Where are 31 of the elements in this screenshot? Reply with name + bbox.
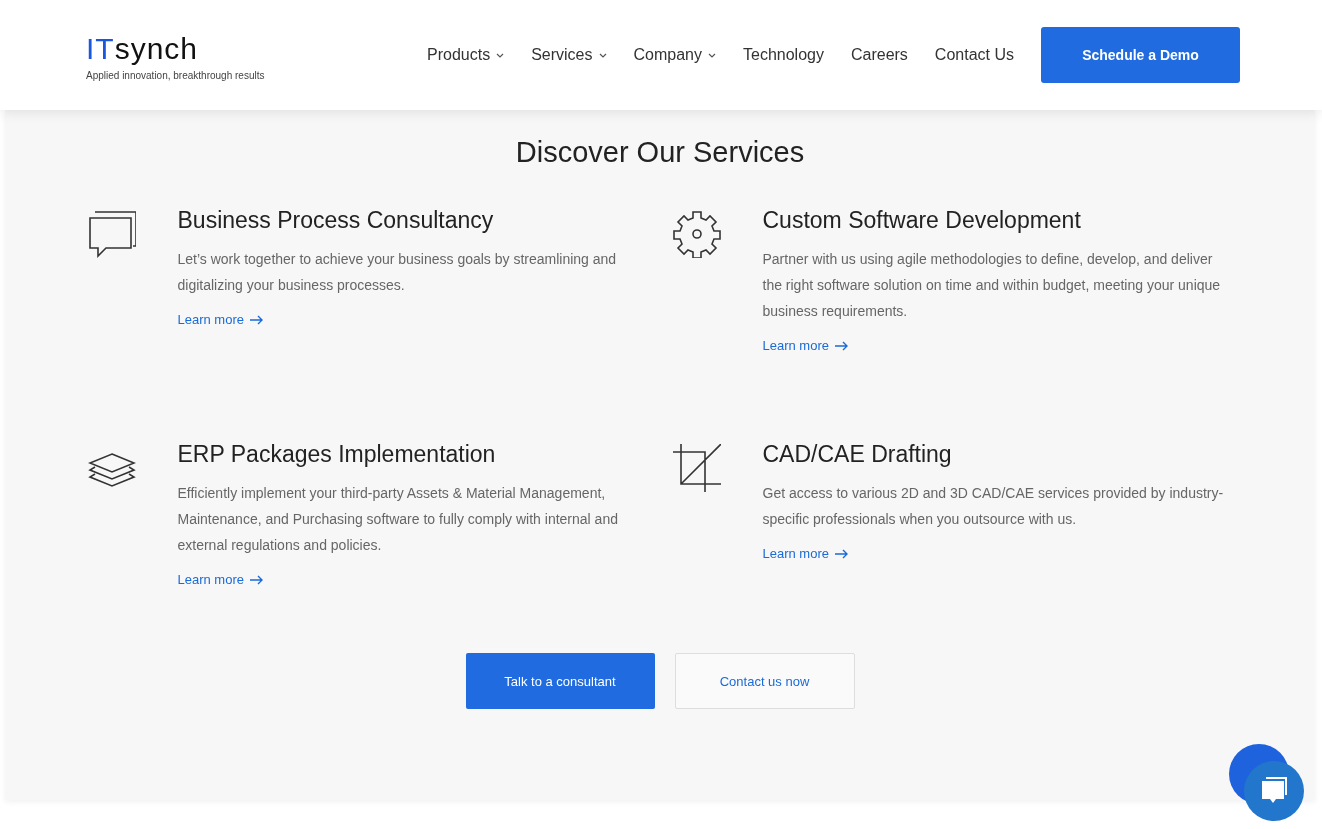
service-description: Let’s work together to achieve your business goals by streamlining and digitalizing your business processes.: [177, 250, 618, 295]
arrow-icon: [835, 340, 849, 351]
section-title: Discover Our Services: [515, 136, 805, 169]
service-title: Custom Software Development: [762, 207, 1082, 234]
arrow-icon: [835, 548, 849, 559]
tagline: Applied innovation, breakthrough results: [86, 69, 265, 81]
nav-link[interactable]: Company: [633, 46, 716, 64]
contact-button[interactable]: Contact us now: [674, 653, 855, 709]
logo[interactable]: ITsynch: [86, 33, 265, 64]
service-description: Efficiently implement your third-party Assets & Material Management, Maintenance, and Purchasing software to fully comply with internal and external regulations and policies.: [177, 484, 619, 555]
arrow-icon: [250, 314, 264, 325]
consultant-button[interactable]: Talk to a consultant: [465, 653, 655, 709]
learn-more-link[interactable]: Learn more: [762, 338, 849, 353]
nav-link[interactable]: Contact Us: [934, 46, 1014, 64]
nav-link[interactable]: Careers: [850, 46, 908, 64]
nav-link[interactable]: Services: [531, 46, 607, 64]
arrow-icon: [250, 574, 264, 585]
nav-link[interactable]: Technology: [743, 46, 824, 64]
service-title: CAD/CAE Drafting: [762, 441, 953, 468]
service-title: Business Process Consultancy: [177, 207, 495, 234]
schedule-demo-button[interactable]: Schedule a Demo: [1041, 27, 1240, 83]
learn-more-link[interactable]: Learn more: [177, 572, 264, 587]
gear-icon: [672, 210, 721, 258]
learn-more-link[interactable]: Learn more: [762, 546, 849, 561]
service-description: Partner with us using agile methodologies to define, develop, and deliver the right software solution on time and within budget, meeting your unique business requirements.: [762, 250, 1222, 321]
service-title: ERP Packages Implementation: [177, 441, 497, 468]
learn-more-link[interactable]: Learn more: [177, 312, 264, 327]
nav-link[interactable]: Products: [427, 46, 505, 64]
crop-icon: [672, 444, 721, 492]
service-description: Get access to various 2D and 3D CAD/CAE services provided by industry-specific professionals when you outsource with us.: [762, 484, 1225, 529]
speech-bubbles-icon: [87, 210, 136, 258]
